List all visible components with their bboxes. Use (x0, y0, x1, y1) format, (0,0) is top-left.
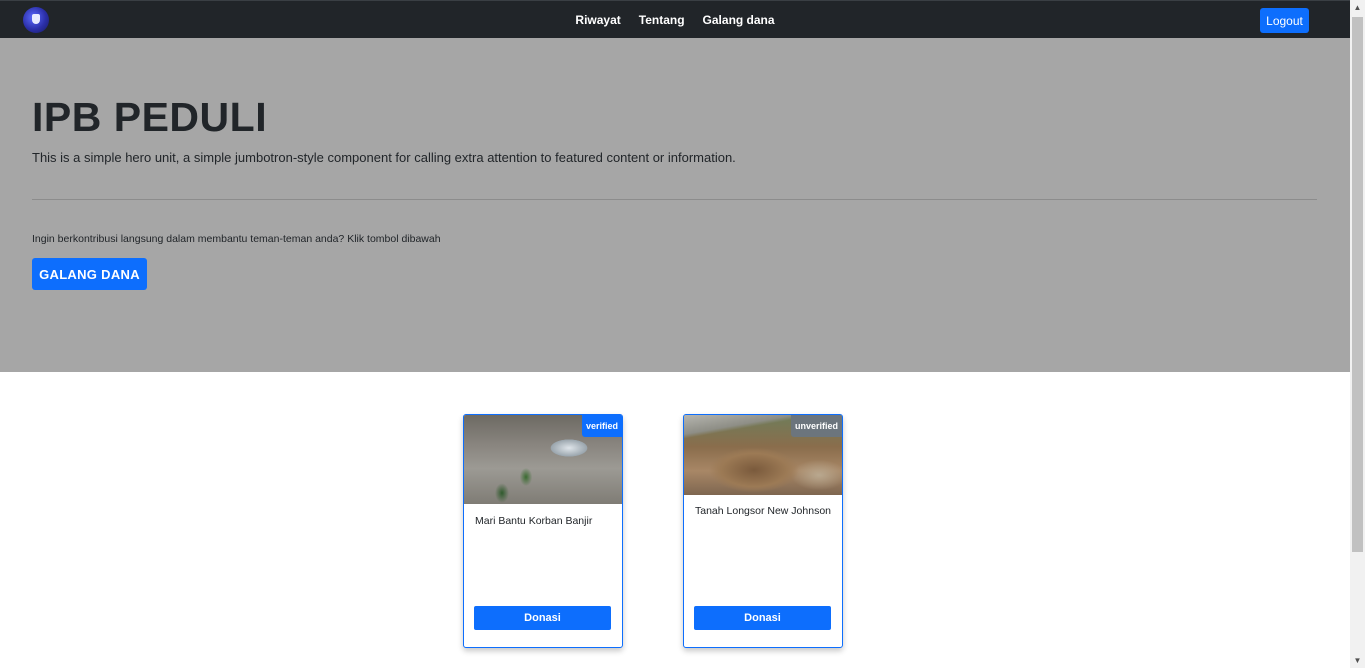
vertical-scrollbar[interactable]: ▲ ▼ (1350, 0, 1365, 668)
campaign-card[interactable]: verified Mari Bantu Korban Banjir Donasi (463, 414, 623, 648)
scrollbar-thumb[interactable] (1352, 17, 1363, 552)
donasi-button[interactable]: Donasi (694, 606, 831, 630)
hero-divider (32, 199, 1317, 200)
status-badge: verified (581, 415, 622, 437)
hero-lead: This is a simple hero unit, a simple jum… (32, 150, 736, 165)
hero-cta-text: Ingin berkontribusi langsung dalam memba… (32, 233, 441, 245)
hero-title: IPB PEDULI (32, 94, 268, 140)
campaign-card[interactable]: unverified Tanah Longsor New Johnson Don… (683, 414, 843, 648)
campaign-title: Tanah Longsor New Johnson (695, 505, 832, 517)
galang-dana-button[interactable]: GALANG DANA (32, 258, 147, 290)
scroll-down-arrow-icon[interactable]: ▼ (1350, 653, 1365, 668)
status-badge: unverified (790, 415, 842, 437)
scroll-up-arrow-icon[interactable]: ▲ (1350, 0, 1365, 15)
nav-link-galang-dana[interactable]: Galang dana (703, 13, 775, 27)
hero-section: IPB PEDULI This is a simple hero unit, a… (0, 38, 1350, 372)
navbar: Riwayat Tentang Galang dana Logout (0, 0, 1350, 38)
nav-links: Riwayat Tentang Galang dana (0, 1, 1350, 39)
nav-link-riwayat[interactable]: Riwayat (575, 13, 620, 27)
page: Riwayat Tentang Galang dana Logout IPB P… (0, 0, 1350, 668)
donasi-button[interactable]: Donasi (474, 606, 611, 630)
nav-link-tentang[interactable]: Tentang (639, 13, 685, 27)
logout-button[interactable]: Logout (1260, 8, 1309, 33)
campaign-title: Mari Bantu Korban Banjir (475, 515, 593, 527)
